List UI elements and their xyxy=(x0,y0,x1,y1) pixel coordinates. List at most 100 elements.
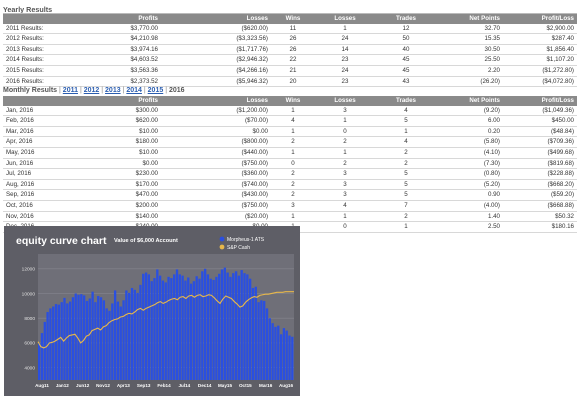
table-cell: 2 xyxy=(375,158,437,170)
table-cell: 1 xyxy=(271,105,315,117)
table-cell: 2.50 xyxy=(437,221,503,233)
table-cell: 3 xyxy=(315,179,375,191)
table-cell: 15.35 xyxy=(437,33,503,45)
legend-swatch-ats xyxy=(219,236,225,242)
year-link-2012[interactable]: 2012 xyxy=(84,87,100,94)
equity-bar xyxy=(184,280,187,380)
equity-bar xyxy=(136,292,139,380)
year-link-2013[interactable]: 2013 xyxy=(105,87,121,94)
column-header: Losses xyxy=(161,96,271,106)
table-cell: 20 xyxy=(271,76,315,88)
equity-bar xyxy=(139,284,142,380)
equity-bar xyxy=(254,286,257,380)
table-cell: ($668.20) xyxy=(503,179,577,191)
table-cell: 2 xyxy=(271,179,315,191)
equity-bar xyxy=(263,300,266,380)
table-cell: (4.10) xyxy=(437,147,503,159)
year-current-2016: 2016 xyxy=(168,87,185,94)
equity-bar xyxy=(133,289,136,380)
equity-curve-chart: equity curve chart Value of $6,000 Accou… xyxy=(4,226,300,396)
row-label: Oct, 2016 xyxy=(3,200,73,212)
equity-bar xyxy=(218,273,221,380)
table-row: 2016 Results: $2,373.52 ($5,946.32) 20 23 43(… xyxy=(3,76,577,88)
equity-bar xyxy=(170,278,173,380)
table-cell: 1 xyxy=(271,211,315,223)
x-tick-label: Jul14 xyxy=(178,383,190,388)
table-cell: ($750.00) xyxy=(161,200,271,212)
row-label: Feb, 2016 xyxy=(3,115,73,127)
table-cell: 0 xyxy=(315,126,375,138)
table-cell: ($800.00) xyxy=(161,136,271,148)
equity-bar xyxy=(240,270,243,380)
table-cell: $620.00 xyxy=(73,115,161,127)
equity-bar xyxy=(175,269,179,380)
table-cell: ($4,266.16) xyxy=(161,65,271,77)
table-cell: 6.00 xyxy=(437,115,503,127)
table-cell: ($1,272.80) xyxy=(503,65,577,77)
table-row: Feb, 2016 $620.00 ($70.00) 4 1 5 6.00 $450.00 xyxy=(3,115,577,127)
equity-bar xyxy=(282,328,286,380)
equity-bar xyxy=(142,273,145,380)
table-cell: 40 xyxy=(375,44,437,56)
table-cell: (7.30) xyxy=(437,158,503,170)
equity-bar xyxy=(167,276,170,380)
year-link-separator: | xyxy=(101,87,104,94)
row-label: May, 2016 xyxy=(3,147,73,159)
table-cell: 1 xyxy=(375,126,437,138)
equity-bar xyxy=(226,272,229,380)
table-cell: 5 xyxy=(375,189,437,201)
equity-bar xyxy=(97,296,100,380)
table-row: Jun, 2016 $0.00 ($750.00) 0 2 2 (7.30) ($819.68… xyxy=(3,158,577,170)
equity-bar xyxy=(60,302,63,380)
table-row: 2013 Results: $3,974.16 ($1,717.76) 26 14 40 3… xyxy=(3,44,577,56)
equity-bar xyxy=(209,278,212,380)
equity-bar xyxy=(274,326,277,380)
equity-bar xyxy=(49,308,52,380)
table-cell: 1.40 xyxy=(437,211,503,223)
equity-bar xyxy=(130,287,134,380)
table-cell: (4.00) xyxy=(437,200,503,212)
equity-bar xyxy=(203,268,207,380)
table-cell: 11 xyxy=(271,23,315,35)
year-link-2015[interactable]: 2015 xyxy=(148,87,164,94)
table-cell: $300.00 xyxy=(73,105,161,117)
table-cell: ($2,946.32) xyxy=(161,54,271,66)
table-row: 2011 Results: $3,770.00 ($620.00) 11 1 12 32.7… xyxy=(3,23,577,35)
equity-bar xyxy=(265,308,269,380)
equity-bar xyxy=(105,308,108,380)
x-tick-label: Jun12 xyxy=(76,383,90,388)
table-cell: 1 xyxy=(271,147,315,159)
table-cell: 3 xyxy=(315,105,375,117)
table-row: 2014 Results: $4,603.52 ($2,946.32) 22 23 45 2… xyxy=(3,54,577,66)
equity-bar xyxy=(291,336,294,380)
table-cell: 2 xyxy=(375,147,437,159)
column-header xyxy=(3,96,73,106)
equity-bar xyxy=(246,274,249,380)
table-cell: 1 xyxy=(315,211,375,223)
table-cell: ($70.00) xyxy=(161,115,271,127)
row-label: 2013 Results: xyxy=(3,44,73,56)
year-link-2014[interactable]: 2014 xyxy=(126,87,142,94)
chart-subtitle: Value of $6,000 Account xyxy=(114,238,178,244)
equity-bar xyxy=(285,330,288,380)
table-cell: 2.20 xyxy=(437,65,503,77)
table-cell: 7 xyxy=(375,200,437,212)
table-cell: 2 xyxy=(271,168,315,180)
table-cell: 3 xyxy=(315,189,375,201)
table-cell: ($360.00) xyxy=(161,168,271,180)
monthly-results-header: Monthly Results | 2011 | 2012 | 2013 | 2… xyxy=(3,87,185,94)
table-cell: 3 xyxy=(315,168,375,180)
equity-bar xyxy=(57,304,60,380)
year-link-2011[interactable]: 2011 xyxy=(63,87,78,94)
table-cell: $10.00 xyxy=(73,147,161,159)
equity-bar xyxy=(144,272,148,380)
table-cell: ($1,717.76) xyxy=(161,44,271,56)
table-cell: 22 xyxy=(271,54,315,66)
equity-bar xyxy=(260,300,263,380)
column-header: Losses xyxy=(161,14,271,24)
table-cell: $2,900.00 xyxy=(503,23,577,35)
table-cell: ($20.00) xyxy=(161,211,271,223)
table-cell: $10.00 xyxy=(73,126,161,138)
column-header: Trades xyxy=(375,14,437,24)
row-label: Jul, 2016 xyxy=(3,168,73,180)
